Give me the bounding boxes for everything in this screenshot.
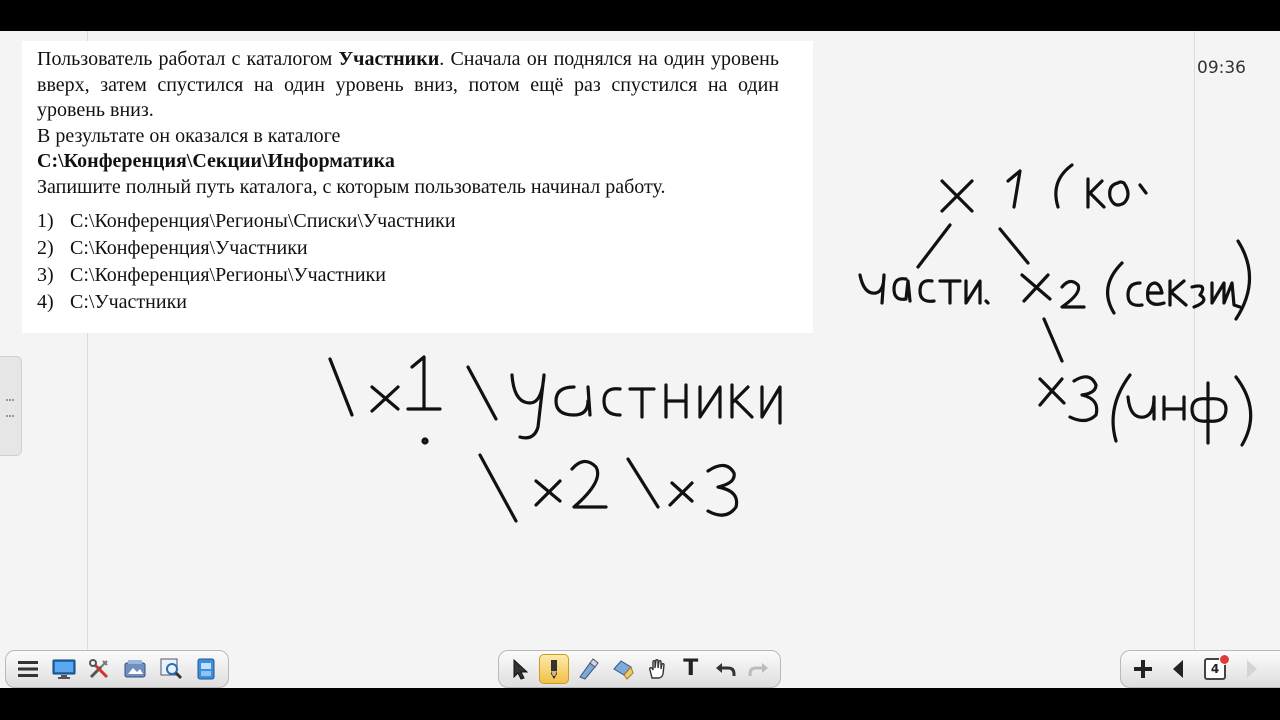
tools-icon[interactable] — [83, 654, 115, 684]
highlighter-icon[interactable] — [573, 654, 603, 684]
previous-page-icon[interactable] — [1163, 654, 1195, 684]
undo-icon[interactable] — [710, 654, 740, 684]
screen: Пользователь работал с каталогом Участни… — [0, 0, 1280, 720]
side-panel-handle[interactable] — [0, 356, 22, 456]
drawing-toolbar: T — [498, 650, 781, 688]
ink-path-line-2 — [478, 453, 739, 523]
ink-path-line-1 — [328, 355, 782, 445]
question-card: Пользователь работал с каталогом Участни… — [22, 41, 813, 333]
pen-icon[interactable] — [539, 654, 570, 684]
ink-tree-diagram — [858, 163, 1253, 447]
question-result-path: С:\Конференция\Секции\Информатика — [37, 150, 395, 172]
cursor-icon[interactable] — [505, 654, 535, 684]
question-text-start: Пользователь работал с каталогом — [37, 48, 339, 70]
gallery-icon[interactable] — [119, 654, 151, 684]
app-icon[interactable] — [190, 654, 222, 684]
answer-options: 1) С:\Конференция\Регионы\Списки\Участник… — [37, 208, 779, 316]
page-indicator[interactable]: 4 — [1199, 654, 1231, 684]
answer-option-3[interactable]: 3) С:\Конференция\Регионы\Участники — [37, 262, 779, 289]
page-number: 4 — [1210, 662, 1220, 676]
question-folder-name: Участники — [338, 48, 440, 70]
whiteboard-canvas[interactable]: Пользователь работал с каталогом Участни… — [0, 31, 1280, 688]
clock: 09:36 — [1197, 58, 1246, 78]
next-page-icon[interactable] — [1235, 654, 1267, 684]
hand-icon[interactable] — [642, 654, 672, 684]
question-task-line: Запишите полный путь каталога, с которым… — [37, 175, 666, 198]
page-number-badge: 4 — [1204, 654, 1230, 680]
answer-option-4[interactable]: 4) С:\Участники — [37, 289, 779, 316]
answer-option-2[interactable]: 2) С:\Конференция\Участники — [37, 235, 779, 262]
display-icon[interactable] — [48, 654, 80, 684]
magnifier-icon[interactable] — [155, 654, 187, 684]
text-tool-icon[interactable]: T — [676, 654, 706, 684]
notification-dot-icon — [1219, 654, 1230, 665]
page-toolbar: 4 — [1120, 650, 1280, 688]
add-page-icon[interactable] — [1127, 654, 1159, 684]
question-paragraph: Пользователь работал с каталогом Участни… — [37, 47, 779, 124]
main-toolbar — [5, 650, 229, 688]
redo-icon[interactable] — [744, 654, 774, 684]
question-result-line: В результате он оказался в каталоге — [37, 124, 341, 147]
grip-icon — [6, 399, 14, 417]
menu-icon[interactable] — [12, 654, 44, 684]
eraser-icon[interactable] — [607, 654, 637, 684]
page-margin-right — [1194, 31, 1195, 651]
answer-option-1[interactable]: 1) С:\Конференция\Регионы\Списки\Участник… — [37, 208, 779, 235]
